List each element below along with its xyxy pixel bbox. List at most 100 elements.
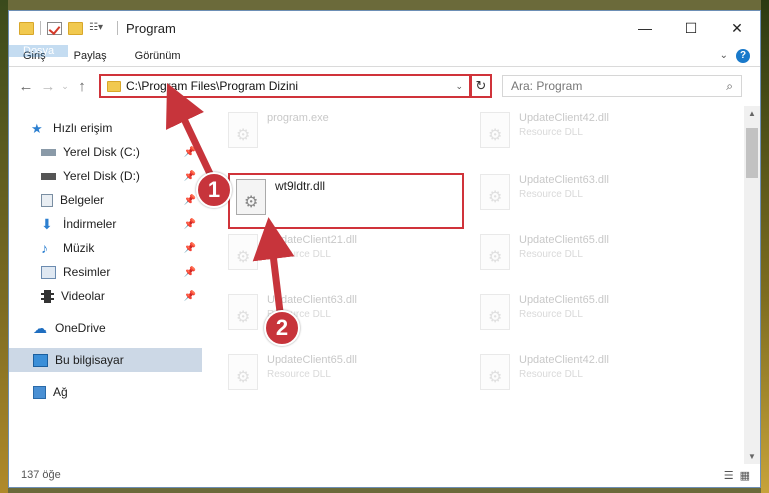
highlight-box — [228, 173, 464, 229]
tab-file[interactable]: Dosya — [9, 45, 69, 57]
file-type: Resource DLL — [519, 369, 583, 380]
exe-file-icon — [228, 112, 258, 148]
step-badge-2: 2 — [264, 310, 300, 346]
dll-file-icon — [480, 234, 510, 270]
step-badge-1: 1 — [196, 172, 232, 208]
cloud-icon: ☁ — [33, 319, 47, 336]
dll-file-icon — [480, 354, 510, 390]
expand-ribbon-icon[interactable]: ⌄ — [720, 50, 728, 61]
file-type: Resource DLL — [267, 369, 331, 380]
computer-icon — [33, 353, 48, 367]
status-bar: 137 öğe ☰ ▦ — [9, 463, 760, 487]
sidebar-item-onedrive[interactable]: ☁ OneDrive — [9, 316, 202, 340]
sidebar-item-videos[interactable]: Videolar 📌 — [9, 284, 202, 308]
drive-icon — [41, 148, 56, 156]
pin-icon: 📌 — [183, 290, 196, 302]
list-item[interactable]: UpdateClient65.dll Resource DLL — [228, 354, 357, 390]
view-switcher: ☰ ▦ — [724, 469, 750, 482]
ribbon-right: ⌄ ? — [720, 45, 760, 66]
file-name: UpdateClient65.dll — [519, 234, 609, 246]
divider — [40, 21, 41, 35]
window-title: Program — [126, 20, 176, 36]
forward-arrow-icon[interactable]: → — [37, 78, 59, 95]
file-name: program.exe — [267, 112, 329, 124]
customize-toolbar-icon[interactable]: ☷▾ — [89, 22, 111, 35]
address-bar[interactable]: C:\Program Files\Program Dizini ⌄ — [99, 74, 471, 98]
sidebar-item-label: Videolar — [61, 289, 105, 303]
close-button[interactable]: ✕ — [714, 11, 760, 45]
sidebar-item-label: Bu bilgisayar — [55, 353, 124, 367]
dll-file-icon — [480, 174, 510, 210]
file-name: UpdateClient65.dll — [519, 294, 609, 306]
pin-icon: 📌 — [183, 242, 196, 254]
sidebar-item-pictures[interactable]: Resimler 📌 — [9, 260, 202, 284]
file-type: Resource DLL — [519, 189, 583, 200]
minimize-button[interactable]: — — [622, 11, 668, 45]
download-arrow-icon: ⬇ — [41, 215, 53, 232]
ribbon-tabs: Dosya Giriş Paylaş Görünüm ⌄ ? — [9, 45, 760, 67]
sidebar-item-label: İndirmeler — [63, 217, 117, 231]
sidebar-item-network[interactable]: Ağ — [9, 380, 202, 404]
pictures-icon — [41, 265, 56, 279]
sidebar-item-local-disk-d[interactable]: Yerel Disk (D:) 📌 — [9, 164, 202, 188]
help-icon[interactable]: ? — [736, 48, 750, 63]
list-item[interactable]: UpdateClient42.dll Resource DLL — [480, 112, 609, 148]
file-explorer-window: ☷▾ Program — ☐ ✕ Dosya Giriş Paylaş Görü… — [8, 10, 761, 488]
list-item[interactable]: UpdateClient65.dll Resource DLL — [480, 294, 609, 330]
folder-icon — [107, 80, 121, 92]
scrollbar-thumb[interactable] — [746, 128, 758, 178]
sidebar-item-music[interactable]: ♪ Müzik 📌 — [9, 236, 202, 260]
search-input[interactable]: Ara: Program ⌕ — [502, 75, 742, 97]
file-type: Resource DLL — [519, 249, 583, 260]
new-folder-icon[interactable] — [68, 21, 83, 35]
film-icon — [41, 289, 54, 303]
sidebar-item-quick-access[interactable]: ★ Hızlı erişim — [9, 116, 202, 140]
list-item[interactable]: UpdateClient63.dll Resource DLL — [480, 174, 609, 210]
pin-icon: 📌 — [183, 266, 196, 278]
sidebar-item-this-pc[interactable]: Bu bilgisayar — [9, 348, 202, 372]
divider — [117, 21, 118, 35]
properties-icon[interactable] — [47, 21, 62, 35]
sidebar-item-documents[interactable]: Belgeler 📌 — [9, 188, 202, 212]
chevron-down-icon[interactable]: ⌄ — [449, 81, 469, 92]
search-icon: ⌕ — [726, 78, 733, 93]
address-path[interactable]: C:\Program Files\Program Dizini — [126, 79, 449, 93]
scroll-down-icon[interactable]: ▼ — [744, 452, 760, 461]
vertical-scrollbar[interactable]: ▲ ▼ — [744, 106, 760, 464]
sidebar-item-downloads[interactable]: ⬇ İndirmeler 📌 — [9, 212, 202, 236]
sidebar-item-label: Müzik — [63, 241, 95, 255]
file-type: Resource DLL — [267, 249, 331, 260]
folder-icon — [19, 21, 34, 35]
dll-file-icon — [228, 354, 258, 390]
recent-locations-icon[interactable]: ⌄ — [59, 81, 71, 92]
maximize-button[interactable]: ☐ — [668, 11, 714, 45]
list-item[interactable]: UpdateClient21.dll Resource DLL — [228, 234, 357, 270]
up-arrow-icon[interactable]: ↑ — [71, 78, 93, 95]
music-note-icon: ♪ — [41, 239, 48, 256]
file-name: UpdateClient42.dll — [519, 354, 609, 366]
tab-share[interactable]: Paylaş — [60, 45, 121, 66]
refresh-button[interactable]: ↻ — [470, 74, 492, 98]
back-arrow-icon[interactable]: ← — [15, 78, 37, 95]
details-view-icon[interactable]: ☰ — [724, 469, 734, 482]
scroll-up-icon[interactable]: ▲ — [744, 109, 760, 118]
list-item[interactable]: UpdateClient65.dll Resource DLL — [480, 234, 609, 270]
navigation-bar: ← → ⌄ ↑ C:\Program Files\Program Dizini … — [9, 67, 760, 105]
pin-icon: 📌 — [183, 146, 196, 158]
main-content: ★ Hızlı erişim Yerel Disk (C:) 📌 Yerel D… — [9, 106, 760, 464]
file-name: UpdateClient65.dll — [267, 354, 357, 366]
desktop-background-right — [761, 0, 769, 493]
dll-file-icon — [228, 234, 258, 270]
tab-view[interactable]: Görünüm — [121, 45, 195, 66]
file-name: UpdateClient63.dll — [519, 174, 609, 186]
sidebar-item-local-disk-c[interactable]: Yerel Disk (C:) 📌 — [9, 140, 202, 164]
large-icons-view-icon[interactable]: ▦ — [740, 469, 750, 482]
list-item[interactable]: program.exe — [228, 112, 329, 148]
item-count: 137 öğe — [21, 469, 61, 481]
sidebar-item-label: Resimler — [63, 265, 111, 279]
pin-icon: 📌 — [183, 170, 196, 182]
list-item[interactable]: UpdateClient42.dll Resource DLL — [480, 354, 609, 390]
dll-file-icon — [228, 294, 258, 330]
